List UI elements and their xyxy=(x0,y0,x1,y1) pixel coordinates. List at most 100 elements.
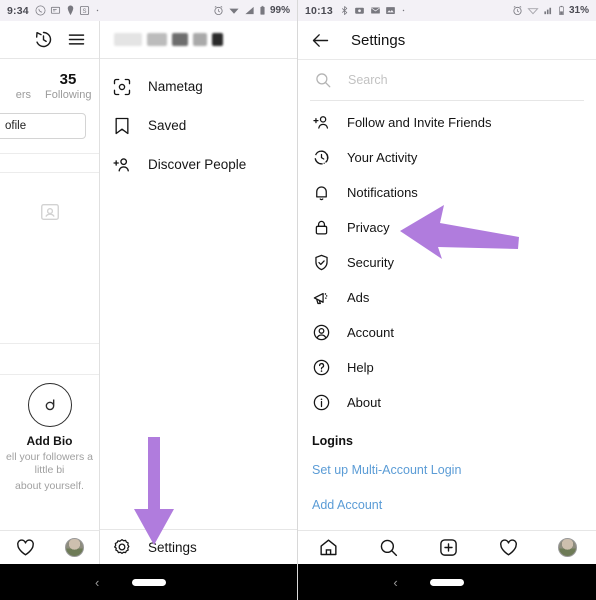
right-phone-panel: 10:13 31% Settings Search Follow and Inv… xyxy=(298,0,596,600)
signal-icon xyxy=(245,6,254,15)
right-android-nav: ‹ xyxy=(298,564,596,600)
android-back-button[interactable]: ‹ xyxy=(95,575,99,590)
stat-following[interactable]: 35 Following xyxy=(45,71,91,101)
settings-header: Settings xyxy=(298,21,596,59)
settings-item-label: Security xyxy=(347,255,394,270)
dot-icon xyxy=(96,9,99,12)
wifi-icon xyxy=(527,8,539,15)
contact-card-icon xyxy=(40,203,59,221)
home-icon[interactable] xyxy=(318,537,339,558)
stat-followers[interactable]: ers xyxy=(7,71,31,101)
link-set-up-multi-account-login[interactable]: Set up Multi-Account Login xyxy=(298,452,596,487)
menu-item-settings[interactable]: Settings xyxy=(100,530,297,564)
settings-item-label: Notifications xyxy=(347,185,418,200)
left-phone-panel: 9:34 S 99% ers 35 Following ofile Add Bi… xyxy=(0,0,298,600)
profile-stats: ers 35 Following xyxy=(0,59,99,101)
lock-icon xyxy=(315,220,328,235)
page-title: Settings xyxy=(351,31,406,49)
wifi-icon xyxy=(229,8,239,14)
settings-item-label: Ads xyxy=(347,290,370,305)
whatsapp-icon xyxy=(35,5,46,16)
left-android-nav: ‹ xyxy=(0,564,297,600)
redacted-block xyxy=(212,33,223,46)
right-bottom-nav xyxy=(298,530,596,564)
edit-profile-button[interactable]: ofile xyxy=(0,113,86,139)
search-field[interactable]: Search xyxy=(298,60,596,100)
signal-icon xyxy=(544,7,552,15)
account-circle-icon xyxy=(313,324,330,341)
profile-sliver: ers 35 Following ofile Add Bio ell your … xyxy=(0,59,100,541)
menu-item-label: Saved xyxy=(148,118,187,133)
screenshot-root: 9:34 S 99% ers 35 Following ofile Add Bi… xyxy=(0,0,596,600)
shield-check-icon xyxy=(315,254,328,271)
left-slideout-menu: Nametag Saved Discover People xyxy=(100,59,297,184)
bluetooth-icon xyxy=(341,6,348,16)
mail-icon xyxy=(371,7,380,14)
settings-item-notifications[interactable]: Notifications xyxy=(298,175,596,210)
android-home-pill[interactable] xyxy=(430,578,464,586)
add-bio-block[interactable]: Add Bio ell your followers a little bi a… xyxy=(0,383,99,493)
settings-item-account[interactable]: Account xyxy=(298,315,596,350)
s-badge-icon: S xyxy=(80,5,90,16)
menu-item-saved[interactable]: Saved xyxy=(100,106,297,145)
back-arrow-icon[interactable] xyxy=(310,30,331,51)
settings-item-label: Help xyxy=(347,360,374,375)
add-bio-subtitle-2: about yourself. xyxy=(15,480,84,492)
megaphone-icon xyxy=(313,292,328,305)
left-topbar-actions xyxy=(0,20,100,59)
camera-icon xyxy=(355,7,365,14)
menu-item-discover-people[interactable]: Discover People xyxy=(100,145,297,184)
profile-placeholder xyxy=(0,173,99,223)
redacted-block xyxy=(193,33,207,46)
settings-item-ads[interactable]: Ads xyxy=(298,280,596,315)
dot-icon xyxy=(402,9,405,12)
settings-item-your-activity[interactable]: Your Activity xyxy=(298,140,596,175)
hamburger-menu-icon[interactable] xyxy=(66,29,87,50)
menu-item-label: Settings xyxy=(148,539,197,555)
left-status-bar: 9:34 S 99% xyxy=(0,0,297,21)
settings-item-label: Privacy xyxy=(347,220,390,235)
settings-item-privacy[interactable]: Privacy xyxy=(298,210,596,245)
svg-text:S: S xyxy=(83,9,87,15)
menu-item-label: Discover People xyxy=(148,157,247,172)
left-app-topbar xyxy=(0,20,297,59)
right-status-bar: 10:13 31% xyxy=(298,0,596,21)
status-system-icons: 99% xyxy=(213,5,290,16)
battery-icon xyxy=(260,5,265,15)
redacted-block xyxy=(114,33,142,46)
android-home-pill[interactable] xyxy=(131,578,166,586)
help-circle-icon xyxy=(313,359,330,376)
alarm-icon xyxy=(214,6,223,16)
heart-icon[interactable] xyxy=(498,537,519,558)
logins-section-title: Logins xyxy=(312,434,353,448)
add-bio-subtitle-1: ell your followers a little bi xyxy=(6,451,93,476)
stat-following-label: Following xyxy=(45,89,92,101)
menu-item-label: Nametag xyxy=(148,79,203,94)
status-system-icons: 31% xyxy=(512,5,589,16)
avatar[interactable] xyxy=(557,538,577,557)
message-icon xyxy=(51,6,61,14)
bio-glyph-icon xyxy=(45,399,54,411)
status-clock: 10:13 xyxy=(305,4,333,17)
gear-icon xyxy=(114,539,130,554)
settings-item-follow-and-invite-friends[interactable]: Follow and Invite Friends xyxy=(298,105,596,140)
add-bio-title: Add Bio xyxy=(26,434,73,448)
add-post-icon[interactable] xyxy=(438,537,459,558)
settings-item-help[interactable]: Help xyxy=(298,350,596,385)
photo-icon xyxy=(386,7,396,14)
heart-icon[interactable] xyxy=(15,537,36,558)
clock-history-icon[interactable] xyxy=(33,29,54,50)
settings-item-about[interactable]: About xyxy=(298,385,596,420)
link-add-account[interactable]: Add Account xyxy=(298,487,596,522)
settings-item-security[interactable]: Security xyxy=(298,245,596,280)
search-icon[interactable] xyxy=(378,537,399,558)
search-placeholder: Search xyxy=(348,73,388,87)
android-back-button[interactable]: ‹ xyxy=(393,575,397,590)
menu-item-nametag[interactable]: Nametag xyxy=(100,67,297,106)
search-icon xyxy=(316,73,331,88)
alarm-icon xyxy=(513,6,522,16)
status-notification-icons: S xyxy=(35,5,100,16)
avatar[interactable] xyxy=(65,538,85,557)
nametag-icon xyxy=(113,78,131,95)
add-person-icon xyxy=(313,116,329,129)
